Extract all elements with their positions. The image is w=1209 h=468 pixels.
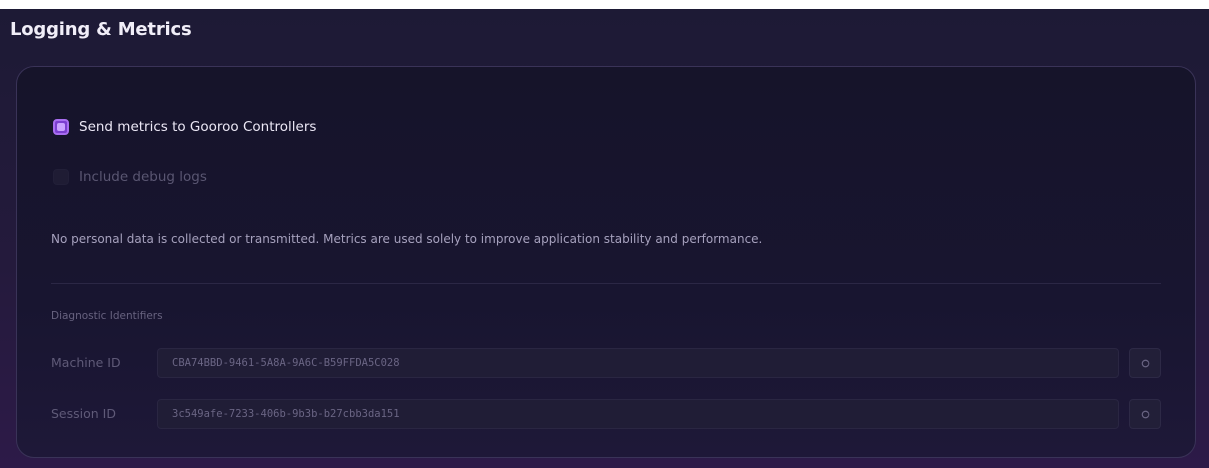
settings-card: Send metrics to Gooroo Controllers Inclu… <box>16 66 1196 458</box>
send-metrics-checkbox[interactable] <box>53 119 69 135</box>
copy-icon <box>1141 410 1149 418</box>
machine-id-label: Machine ID <box>51 355 121 370</box>
diagnostic-identifiers-heading: Diagnostic Identifiers <box>51 310 163 322</box>
privacy-note: No personal data is collected or transmi… <box>51 232 763 246</box>
panel-title: Logging & Metrics <box>10 19 192 40</box>
debug-logs-option: Include debug logs <box>53 169 207 185</box>
copy-session-id-button[interactable] <box>1129 399 1161 429</box>
checkbox-check-icon <box>57 123 65 131</box>
copy-icon <box>1141 359 1149 367</box>
send-metrics-label[interactable]: Send metrics to Gooroo Controllers <box>79 119 316 135</box>
copy-machine-id-button[interactable] <box>1129 348 1161 378</box>
machine-id-row: Machine ID CBA74BBD-9461-5A8A-9A6C-B59FF… <box>51 348 1161 378</box>
debug-logs-label: Include debug logs <box>79 169 207 185</box>
session-id-label: Session ID <box>51 406 116 421</box>
logging-metrics-panel: Logging & Metrics Send metrics to Gooroo… <box>0 9 1209 468</box>
session-id-field[interactable]: 3c549afe-7233-406b-9b3b-b27cbb3da151 <box>157 399 1119 429</box>
send-metrics-option[interactable]: Send metrics to Gooroo Controllers <box>53 119 316 135</box>
machine-id-field[interactable]: CBA74BBD-9461-5A8A-9A6C-B59FFDA5C028 <box>157 348 1119 378</box>
divider <box>51 283 1161 284</box>
debug-logs-checkbox <box>53 169 69 185</box>
session-id-row: Session ID 3c549afe-7233-406b-9b3b-b27cb… <box>51 399 1161 429</box>
